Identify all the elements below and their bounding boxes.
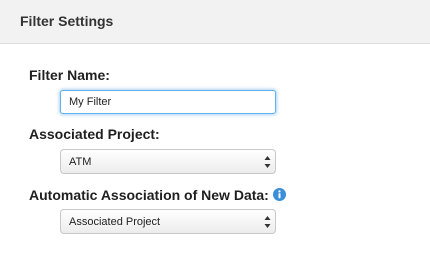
automatic-association-value: Associated Project — [69, 216, 161, 228]
automatic-association-select[interactable]: Associated Project — [60, 209, 276, 234]
select-arrows-icon — [264, 155, 271, 169]
filter-name-input[interactable] — [60, 90, 276, 114]
associated-project-label: Associated Project: — [29, 126, 160, 142]
associated-project-select[interactable]: ATM — [60, 149, 276, 174]
automatic-association-label: Automatic Association of New Data: — [29, 187, 269, 203]
panel-header: Filter Settings — [0, 0, 430, 44]
info-icon[interactable] — [273, 188, 286, 201]
select-arrows-icon — [264, 215, 271, 229]
page-title: Filter Settings — [20, 13, 114, 29]
associated-project-value: ATM — [69, 156, 92, 168]
filter-name-label: Filter Name: — [29, 67, 110, 83]
